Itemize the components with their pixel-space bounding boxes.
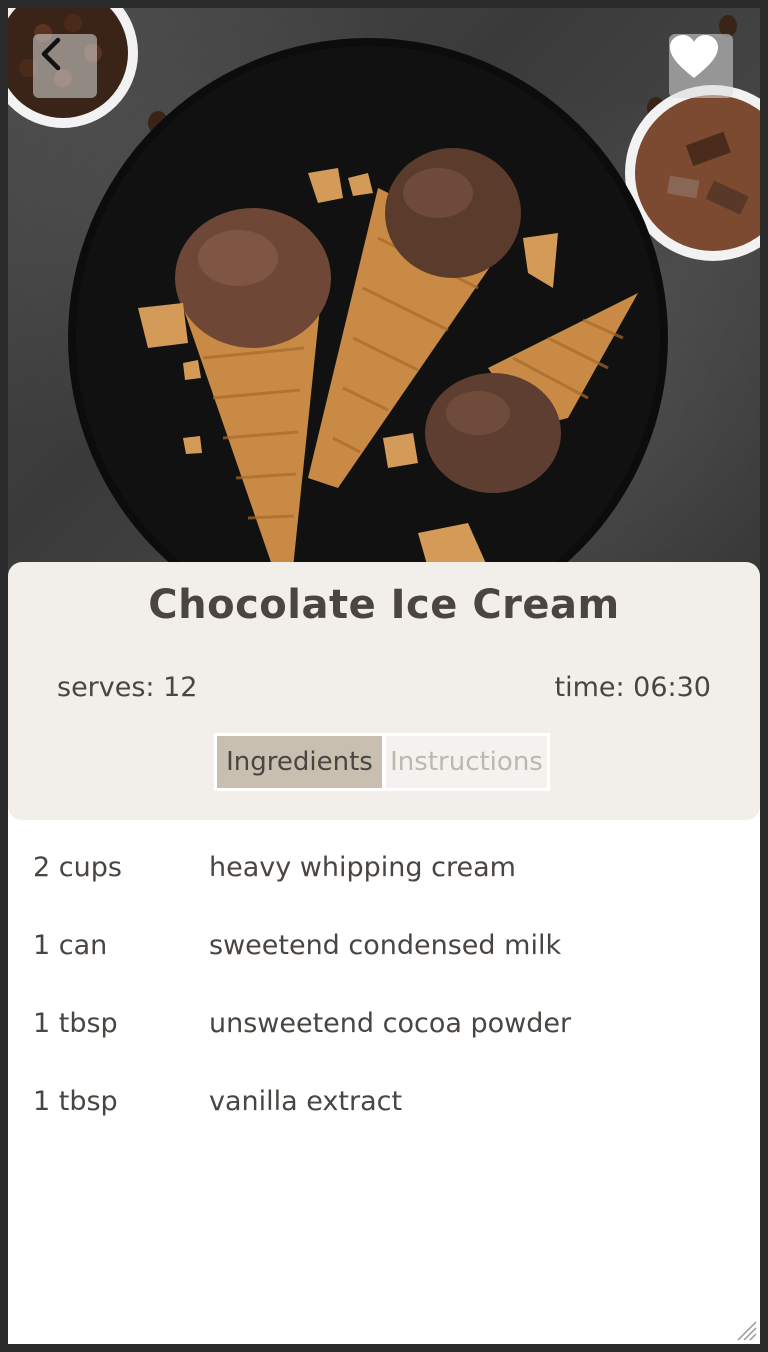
ingredient-name: heavy whipping cream (209, 852, 516, 883)
list-item: 2 cups heavy whipping cream (8, 830, 760, 908)
ingredient-quantity: 1 tbsp (33, 1008, 118, 1039)
tab-instructions[interactable]: Instructions (385, 736, 547, 788)
recipe-info-card: Chocolate Ice Cream serves: 12 time: 06:… (8, 562, 760, 820)
ingredient-name: unsweetend cocoa powder (209, 1008, 572, 1039)
list-item: 1 can sweetend condensed milk (8, 908, 760, 986)
ingredient-quantity: 1 can (33, 930, 108, 961)
recipe-tabs: Ingredients Instructions (214, 733, 550, 791)
list-item: 1 tbsp unsweetend cocoa powder (8, 986, 760, 1064)
ingredient-quantity: 2 cups (33, 852, 122, 883)
favorite-button[interactable] (669, 34, 733, 98)
ingredients-list: 2 cups heavy whipping cream 1 can sweete… (8, 830, 760, 1142)
recipe-title: Chocolate Ice Cream (148, 582, 620, 628)
heart-icon (670, 35, 718, 78)
ice-cream-photo (8, 8, 760, 588)
hero-image (8, 8, 760, 588)
list-item: 1 tbsp vanilla extract (8, 1064, 760, 1142)
ingredient-name: vanilla extract (209, 1086, 403, 1117)
back-button[interactable] (33, 34, 97, 98)
ingredient-name: sweetend condensed milk (209, 930, 562, 961)
resize-grip-icon[interactable] (734, 1318, 758, 1342)
chevron-left-icon (41, 37, 61, 71)
ingredient-quantity: 1 tbsp (33, 1086, 118, 1117)
app-window: Chocolate Ice Cream serves: 12 time: 06:… (8, 8, 760, 1344)
time-label: time: 06:30 (554, 672, 712, 703)
tab-ingredients[interactable]: Ingredients (217, 736, 382, 788)
serves-label: serves: 12 (57, 672, 198, 703)
